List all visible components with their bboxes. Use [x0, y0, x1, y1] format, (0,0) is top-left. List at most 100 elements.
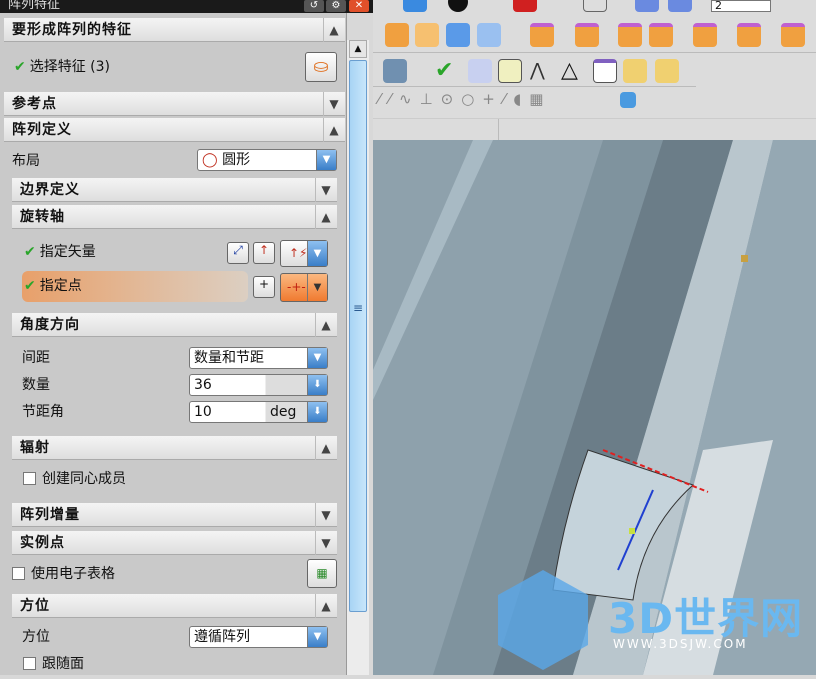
arrow-down-icon[interactable]: ⬇ — [307, 375, 327, 395]
section-title: 阵列定义 — [12, 122, 72, 138]
surface-icon[interactable] — [385, 23, 409, 47]
chevron-down-icon[interactable]: ▼ — [307, 241, 327, 266]
section-title: 要形成阵列的特征 — [12, 22, 132, 38]
arrow-down-icon[interactable]: ⬇ — [307, 402, 327, 422]
chevron-up-icon[interactable]: ▲ — [323, 118, 345, 142]
orientation-value: 遵循阵列 — [194, 629, 250, 645]
chevron-down-icon[interactable]: ▼ — [315, 531, 337, 555]
section-features-header[interactable]: 要形成阵列的特征 ▲ — [4, 18, 345, 42]
checkbox[interactable] — [12, 567, 25, 580]
section-definition-header[interactable]: 阵列定义 ▲ — [4, 118, 345, 142]
graphics-viewport[interactable]: 3D世界网 WWW.3DSJW.COM — [373, 140, 816, 675]
chevron-down-icon[interactable]: ▼ — [307, 627, 327, 647]
count-input[interactable]: 36 ⬇ — [189, 374, 328, 396]
section-title: 阵列增量 — [20, 507, 80, 523]
chevron-down-icon[interactable]: ▼ — [323, 92, 345, 116]
dialog-title-bar: 阵列特征 ↺ ⚙ ✕ — [0, 0, 373, 13]
grid-icon[interactable] — [593, 59, 617, 83]
spring-icon[interactable] — [383, 59, 407, 83]
pattern-feature-icon[interactable] — [693, 23, 717, 47]
select-feature-button[interactable]: ⛀ — [305, 52, 337, 82]
box-icon[interactable] — [513, 0, 537, 12]
check-icon: ✔ — [14, 59, 26, 75]
cube-icon[interactable] — [446, 23, 470, 47]
delete-feature-icon[interactable] — [618, 23, 642, 47]
snap-toolbar[interactable]: ⁄⁄∿⊥⊙○+⁄◖▦ — [378, 90, 648, 114]
scale-feature-icon[interactable] — [781, 23, 805, 47]
chevron-up-icon[interactable]: ▲ — [315, 436, 337, 460]
shading-icon[interactable] — [448, 0, 468, 12]
section-title: 方位 — [20, 598, 50, 614]
section-orientation-header[interactable]: 方位 ▲ — [12, 594, 337, 618]
vector-dialog-button[interactable]: ↑ — [253, 242, 275, 264]
chevron-down-icon[interactable]: ▼ — [307, 348, 327, 368]
close-button[interactable]: ✕ — [349, 0, 369, 12]
chevron-up-icon[interactable]: ▲ — [315, 205, 337, 229]
plane-icon[interactable] — [635, 0, 659, 12]
chevron-up-icon[interactable]: ▲ — [315, 594, 337, 618]
wireframe-icon[interactable] — [477, 23, 501, 47]
color-icon[interactable] — [583, 0, 607, 12]
spacing-dropdown[interactable]: 数量和节距 ▼ — [189, 347, 328, 369]
block-icon[interactable] — [415, 23, 439, 47]
section-axis-header[interactable]: 旋转轴 ▲ — [12, 205, 337, 229]
move-feature-icon[interactable] — [530, 23, 554, 47]
section-increment-header[interactable]: 阵列增量 ▼ — [12, 503, 337, 527]
scroll-up-arrow[interactable]: ▲ — [349, 40, 367, 58]
orientation-dropdown[interactable]: 遵循阵列 ▼ — [189, 626, 328, 648]
scroll-thumb[interactable]: ≡ — [349, 60, 367, 612]
vector-label: 指定矢量 — [39, 244, 96, 260]
chevron-down-icon[interactable]: ▼ — [315, 178, 337, 202]
toolbar-row-2 — [373, 17, 816, 53]
point-dialog-button[interactable]: + — [253, 276, 275, 298]
chevron-down-icon[interactable]: ▼ — [315, 503, 337, 527]
section-instance-header[interactable]: 实例点 ▼ — [12, 531, 337, 555]
table-icon[interactable] — [498, 59, 522, 83]
csys-icon[interactable]: ⋀ — [530, 59, 554, 83]
triangle-icon[interactable]: △ — [561, 59, 585, 83]
specify-point-row[interactable]: ✔ 指定点 — [24, 275, 82, 297]
copy-feature-icon[interactable] — [649, 23, 673, 47]
vector-type-dropdown[interactable]: ↑⚡ ▼ — [280, 240, 328, 267]
layout-dropdown[interactable]: ◯ 圆形 ▼ — [197, 149, 337, 171]
tree-icon[interactable] — [468, 59, 492, 83]
cube-icon[interactable] — [620, 92, 636, 108]
section-title: 角度方向 — [20, 317, 80, 333]
chevron-down-icon[interactable]: ▼ — [307, 274, 327, 301]
chevron-up-icon[interactable]: ▲ — [323, 18, 345, 42]
cube-icon[interactable] — [403, 0, 427, 12]
section-angle-header[interactable]: 角度方向 ▲ — [12, 313, 337, 337]
chevron-down-icon[interactable]: ▼ — [316, 150, 336, 170]
section-reference-header[interactable]: 参考点 ▼ — [4, 92, 345, 116]
checkbox[interactable] — [23, 657, 36, 670]
point-marker — [741, 255, 748, 262]
select-feature-row[interactable]: ✔ 选择特征 (3) — [14, 56, 110, 78]
checkbox[interactable] — [23, 472, 36, 485]
specify-vector-row[interactable]: ✔ 指定矢量 — [24, 241, 96, 263]
section-radiation-header[interactable]: 辐射 ▲ — [12, 436, 337, 460]
feature-icon[interactable] — [575, 23, 599, 47]
spreadsheet-checkbox[interactable]: 使用电子表格 — [12, 563, 115, 585]
follow-face-checkbox[interactable]: 跟随面 — [23, 653, 84, 675]
panel-scrollbar[interactable]: ▲ ≡ — [347, 40, 369, 675]
reset-button[interactable]: ↺ — [304, 0, 324, 12]
plane-icon[interactable] — [668, 0, 692, 12]
dimension-feature-icon[interactable] — [737, 23, 761, 47]
check-icon[interactable]: ✔ — [435, 59, 459, 83]
reverse-direction-button[interactable]: ⤢ — [227, 242, 249, 264]
section-boundary-header[interactable]: 边界定义 ▼ — [12, 178, 337, 202]
concentric-checkbox[interactable]: 创建同心成员 — [23, 468, 126, 490]
concentric-label: 创建同心成员 — [42, 471, 126, 487]
chevron-up-icon[interactable]: ▲ — [315, 313, 337, 337]
settings-button[interactable]: ⚙ — [326, 0, 346, 12]
pitch-value: 10 — [194, 404, 212, 420]
follow-face-label: 跟随面 — [42, 656, 84, 672]
status-row — [373, 118, 816, 141]
folder-circles-icon[interactable] — [655, 59, 679, 83]
pitch-angle-input[interactable]: 10 deg ⬇ — [189, 401, 328, 423]
point-type-dropdown[interactable]: -+- ▼ — [280, 273, 328, 302]
point-label: 指定点 — [39, 278, 82, 294]
folder-points-icon[interactable] — [623, 59, 647, 83]
section-title: 实例点 — [20, 535, 65, 551]
spreadsheet-button[interactable]: ▦ — [307, 559, 337, 588]
